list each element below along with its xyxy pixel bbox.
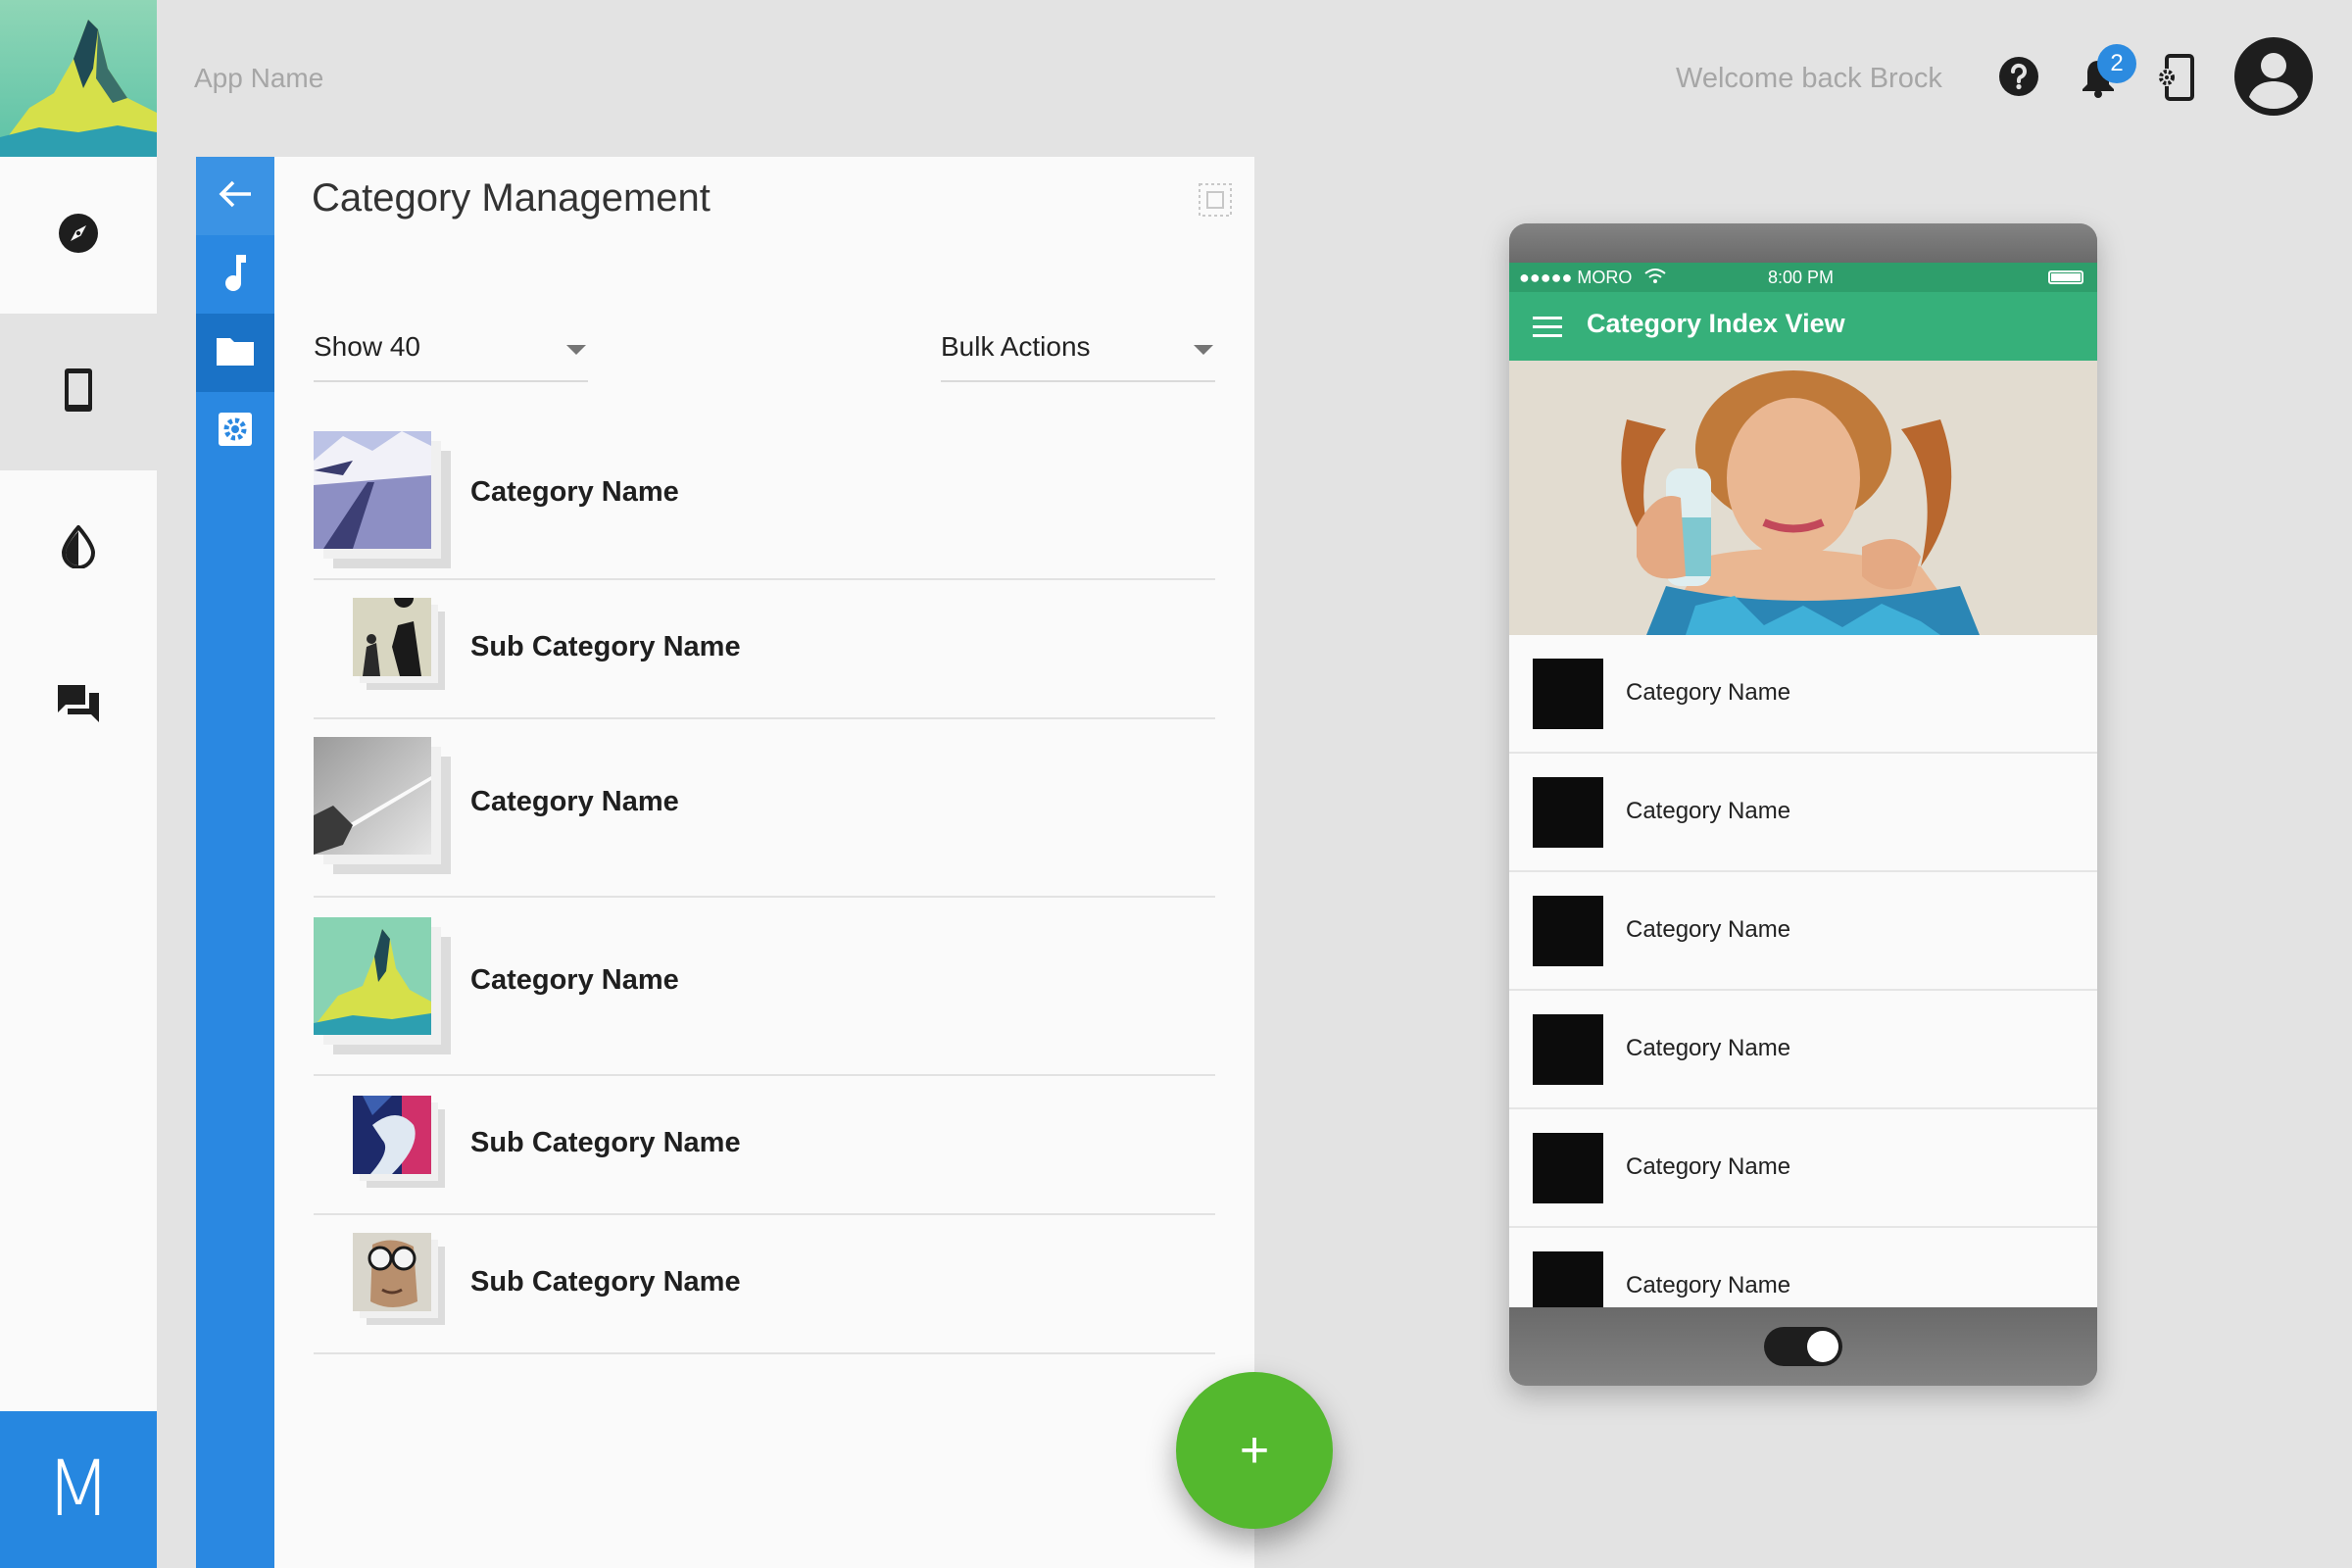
help-icon <box>1998 56 2039 102</box>
row-label: Category Name <box>470 964 679 996</box>
category-row[interactable]: Category Name <box>314 898 1215 1076</box>
phone-item-label: Category Name <box>1626 1035 1791 1061</box>
phone-list-item[interactable]: Category Name <box>1509 754 2097 872</box>
chevron-down-icon <box>1194 345 1213 355</box>
category-panel: Category Management Show 40 Bulk Actions <box>274 157 1254 1568</box>
chat-icon <box>56 683 101 729</box>
back-button[interactable] <box>196 157 274 235</box>
subcategory-row[interactable]: Sub Category Name <box>314 580 1215 719</box>
phone-status-bar: ●●●●● MORO 8:00 PM <box>1509 263 2097 292</box>
rail-item-messages[interactable] <box>0 627 157 784</box>
app-logo-image <box>0 0 157 157</box>
strip-item-settings[interactable] <box>196 392 274 470</box>
folder-icon <box>215 334 256 372</box>
phone-app-bar: Category Index View <box>1509 292 2097 361</box>
phone-screen: ●●●●● MORO 8:00 PM Category Index View C… <box>1509 263 2097 1307</box>
row-label: Sub Category Name <box>470 631 741 662</box>
strip-item-music[interactable] <box>196 235 274 314</box>
theme-drop-icon <box>61 523 96 573</box>
phone-app-title: Category Index View <box>1587 309 1845 338</box>
compass-icon <box>57 212 100 260</box>
phone-item-label: Category Name <box>1626 1272 1791 1298</box>
rail-item-device[interactable] <box>0 314 157 470</box>
hero-image <box>1509 361 2097 635</box>
phone-list-item[interactable]: Category Name <box>1509 872 2097 991</box>
device-settings-icon <box>2157 53 2196 106</box>
phone-category-list: Category Name Category Name Category Nam… <box>1509 635 2097 1307</box>
expand-icon <box>1196 183 1235 223</box>
chevron-down-icon <box>566 345 586 355</box>
rail-item-theme[interactable] <box>0 470 157 627</box>
device-settings-button[interactable] <box>2154 53 2199 106</box>
tool-strip <box>196 157 274 1568</box>
carrier-label: ●●●●● MORO <box>1519 268 1633 287</box>
phone-list-item[interactable]: Category Name <box>1509 635 2097 754</box>
phone-list-item[interactable]: Category Name <box>1509 1228 2097 1307</box>
category-thumbnail <box>1533 1251 1603 1307</box>
brand-tile[interactable]: M <box>0 1411 157 1568</box>
category-row[interactable]: Category Name <box>314 421 1215 580</box>
row-label: Category Name <box>470 476 679 508</box>
subcategory-row[interactable]: Sub Category Name <box>314 1076 1215 1215</box>
category-thumbnail <box>1533 1133 1603 1203</box>
account-icon <box>2233 36 2314 122</box>
phone-preview: ●●●●● MORO 8:00 PM Category Index View C… <box>1509 223 2097 1386</box>
preview-toggle[interactable] <box>1764 1327 1842 1366</box>
back-arrow-icon <box>218 178 253 215</box>
wifi-icon <box>1644 269 1666 289</box>
phone-list-item[interactable]: Category Name <box>1509 991 2097 1109</box>
category-thumbnail <box>1533 659 1603 729</box>
welcome-message: Welcome back Brock <box>1676 63 1942 94</box>
category-thumbnail <box>1533 777 1603 848</box>
music-icon <box>222 253 248 297</box>
page-title: Category Management <box>312 176 710 220</box>
expand-button[interactable] <box>1196 180 1235 220</box>
battery-icon <box>2048 270 2083 284</box>
strip-item-categories[interactable] <box>196 314 274 392</box>
status-time: 8:00 PM <box>1768 268 1835 287</box>
app-name: App Name <box>194 63 324 93</box>
row-label: Sub Category Name <box>470 1266 741 1298</box>
phone-device-icon <box>64 368 93 417</box>
phone-item-label: Category Name <box>1626 1153 1791 1180</box>
phone-item-label: Category Name <box>1626 916 1791 943</box>
category-thumbnail <box>1533 896 1603 966</box>
phone-bezel-top <box>1509 223 2097 263</box>
category-list: Category Name Sub Category Name Category… <box>314 421 1215 1354</box>
notification-badge: 2 <box>2097 44 2136 83</box>
rail-item-explore[interactable] <box>0 157 157 314</box>
phone-bezel-bottom <box>1509 1307 2097 1386</box>
show-count-select[interactable]: Show 40 <box>314 331 588 382</box>
account-button[interactable] <box>2232 36 2315 122</box>
show-count-value: Show 40 <box>314 331 420 362</box>
settings-icon <box>218 412 253 452</box>
category-row[interactable]: Category Name <box>314 719 1215 898</box>
bulk-actions-value: Bulk Actions <box>941 331 1091 362</box>
phone-list-item[interactable]: Category Name <box>1509 1109 2097 1228</box>
row-label: Category Name <box>470 786 679 817</box>
subcategory-row[interactable]: Sub Category Name <box>314 1215 1215 1354</box>
help-button[interactable] <box>1997 56 2040 102</box>
category-thumbnail <box>1533 1014 1603 1085</box>
toggle-knob <box>1807 1331 1838 1362</box>
phone-item-label: Category Name <box>1626 798 1791 824</box>
hamburger-menu-icon[interactable] <box>1533 317 1562 338</box>
bulk-actions-select[interactable]: Bulk Actions <box>941 331 1215 382</box>
nav-rail: M <box>0 0 157 1568</box>
add-category-button[interactable]: + <box>1176 1372 1333 1529</box>
row-label: Sub Category Name <box>470 1127 741 1158</box>
phone-item-label: Category Name <box>1626 679 1791 706</box>
